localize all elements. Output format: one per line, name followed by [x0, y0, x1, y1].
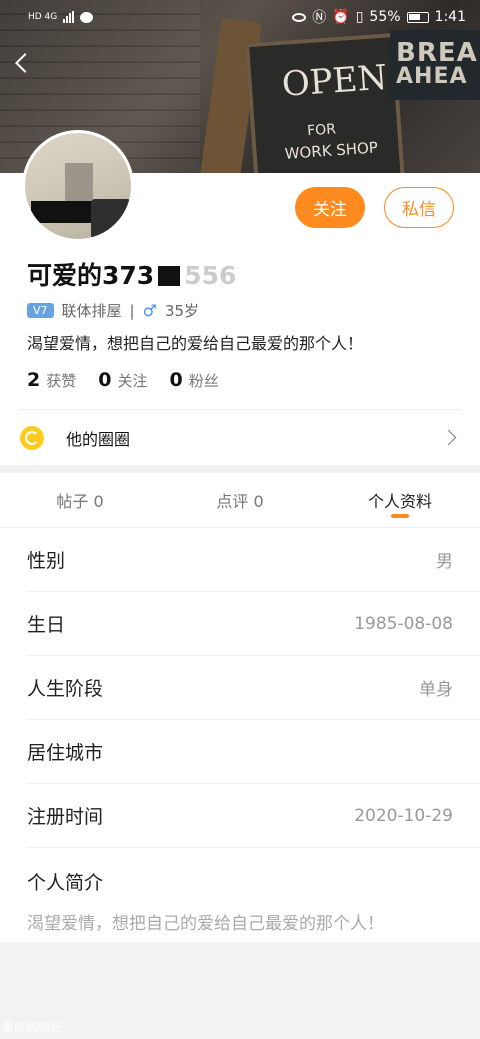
stat-following[interactable]: 0 关注: [98, 369, 147, 391]
user-stats: 2 获赞 0 关注 0 粉丝: [27, 369, 219, 391]
clock: 1:41: [434, 9, 466, 25]
redaction-block: [158, 266, 181, 286]
network-label: HD 4G: [28, 12, 58, 22]
section-divider: [0, 465, 480, 473]
board-text-for: FOR: [306, 121, 337, 140]
message-button[interactable]: 私信: [384, 187, 454, 228]
community-label: 联体排屋: [61, 302, 122, 320]
stat-followers-label: 粉丝: [188, 372, 219, 390]
alarm-icon: ⏰: [332, 9, 350, 25]
intro-text: 渴望爱情，想把自己的爱给自己最爱的那个人！: [27, 914, 384, 934]
info-value: 单身: [419, 680, 453, 700]
battery-icon: [406, 11, 429, 23]
stat-likes-label: 获赞: [46, 372, 77, 390]
status-right: Ⓝ ⏰ ▯ 55% 1:41: [292, 7, 466, 27]
stat-followers-value: 0: [169, 369, 183, 391]
status-left: HD 4G: [28, 11, 94, 23]
username-prefix: 可爱的373: [27, 261, 155, 290]
info-row-gender: 性别 男: [27, 528, 480, 592]
message-bubble-icon: [80, 11, 94, 23]
info-label: 性别: [27, 550, 66, 572]
info-label: 注册时间: [27, 806, 104, 828]
vibrate-icon: ▯: [355, 9, 364, 25]
board-text-open: OPEN: [280, 57, 389, 105]
meta-divider: |: [129, 301, 135, 320]
profile-info-list: 性别 男 生日 1985-08-08 人生阶段 单身 居住城市 注册时间 202…: [0, 528, 480, 942]
circle-label: 他的圈圈: [66, 429, 131, 449]
stat-following-label: 关注: [117, 372, 148, 390]
nfc-icon: Ⓝ: [312, 10, 327, 26]
board-text-workshop: WORK SHOP: [284, 138, 379, 163]
age-label: 35岁: [164, 302, 200, 320]
tab-bar: 帖子 0 点评 0 个人资料: [0, 473, 480, 528]
shop-sign: BREA AHEA: [390, 30, 480, 100]
stat-followers[interactable]: 0 粉丝: [170, 369, 219, 391]
info-label: 生日: [27, 614, 66, 636]
battery-percent: 55%: [369, 9, 401, 25]
info-label: 人生阶段: [27, 678, 104, 700]
chalkboard-sign: OPEN FOR WORK SHOP: [244, 32, 406, 173]
avatar[interactable]: [22, 130, 134, 242]
sign-text-2: AHEA: [396, 64, 468, 89]
status-bar: HD 4G Ⓝ ⏰ ▯ 55% 1:41: [0, 0, 480, 34]
stat-likes[interactable]: 2 获赞: [27, 369, 76, 391]
username: 可爱的373 556: [27, 256, 236, 292]
eye-icon: [292, 12, 307, 22]
info-row-registered: 注册时间 2020-10-29: [27, 784, 480, 848]
username-suffix: 556: [184, 261, 237, 290]
avatar-blur-1: [65, 163, 93, 203]
tab-posts[interactable]: 帖子 0: [0, 473, 160, 527]
stat-following-value: 0: [98, 369, 112, 391]
back-button[interactable]: [10, 50, 38, 78]
male-icon: ♂: [142, 301, 157, 320]
info-value: 1985-08-08: [354, 613, 453, 634]
chevron-right-icon: [440, 429, 457, 446]
tab-profile-info[interactable]: 个人资料: [320, 473, 480, 527]
info-row-life-stage: 人生阶段 单身: [27, 656, 480, 720]
follow-button[interactable]: 关注: [295, 187, 365, 228]
info-row-city: 居住城市: [27, 720, 480, 784]
info-row-birthday: 生日 1985-08-08: [27, 592, 480, 656]
intro-section: 个人简介 渴望爱情，想把自己的爱给自己最爱的那个人！: [0, 848, 480, 942]
user-meta: V7 联体排屋 | ♂ 35岁: [27, 300, 199, 321]
level-badge: V7: [27, 303, 54, 318]
info-label: 居住城市: [27, 742, 104, 764]
circle-icon: [20, 425, 44, 450]
info-value: 男: [436, 552, 453, 572]
avatar-blur-3: [91, 199, 131, 239]
info-value: 2020-10-29: [354, 805, 453, 826]
circle-row[interactable]: 他的圈圈: [18, 409, 462, 465]
tab-reviews[interactable]: 点评 0: [160, 473, 320, 527]
stat-likes-value: 2: [27, 369, 41, 391]
intro-label: 个人简介: [27, 872, 104, 894]
watermark: 重庆购物狂: [2, 1020, 63, 1034]
user-bio: 渴望爱情，想把自己的爱给自己最爱的那个人！: [27, 334, 364, 353]
signal-icon: [63, 11, 75, 23]
